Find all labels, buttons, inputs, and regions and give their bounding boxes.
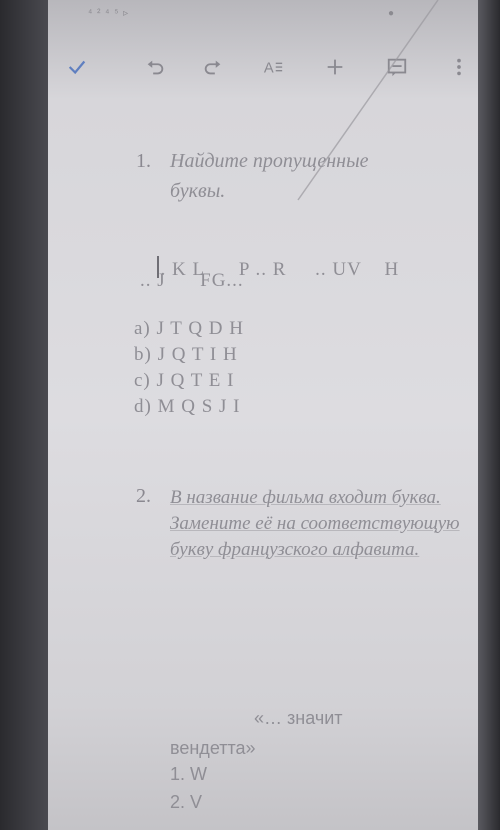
plus-icon[interactable] — [320, 52, 350, 82]
option-d: d) M Q S J I — [134, 396, 241, 417]
redo-icon[interactable] — [198, 52, 228, 82]
device-bezel-left — [0, 0, 48, 830]
answer-1: 1. W — [170, 764, 208, 784]
question-2-text: В название фильма входит буква. Замените… — [170, 487, 460, 560]
question-2-number: 2. — [136, 485, 151, 507]
undo-icon[interactable] — [140, 52, 170, 82]
quote-line1: «… значит — [254, 708, 343, 728]
question-1-line2: буквы. — [170, 180, 226, 202]
option-c: c) J Q T E I — [134, 370, 235, 391]
more-vertical-icon[interactable] — [444, 52, 474, 82]
letter-sequence-line2: .. J FG... — [140, 270, 244, 291]
phone-screen: ⁴ ² ⁴ ⁵ ▹ ● A 1. Найдите пропущенные бук… — [48, 0, 478, 830]
answer-2: 2. V — [170, 792, 203, 812]
device-bezel-right — [478, 0, 500, 830]
question-1-line1: Найдите пропущенные — [170, 150, 369, 172]
comment-icon[interactable] — [382, 52, 412, 82]
document-body[interactable]: 1. Найдите пропущенные буквы. . K L P ..… — [48, 140, 478, 830]
status-bar: ⁴ ² ⁴ ⁵ ▹ ● — [48, 0, 478, 30]
quote-line2: вендетта» — [170, 738, 256, 758]
editor-toolbar: A — [48, 44, 478, 88]
check-icon[interactable] — [62, 52, 92, 82]
letter-sequence-line1: . K L P .. R .. UV H — [122, 234, 399, 303]
svg-text:A: A — [264, 61, 274, 77]
text-format-icon[interactable]: A — [258, 52, 288, 82]
status-left-text: ⁴ ² ⁴ ⁵ ▹ — [88, 8, 130, 19]
option-b: b) J Q T I H — [134, 344, 238, 365]
option-a: a) J T Q D H — [134, 318, 244, 339]
question-1-number: 1. — [136, 150, 151, 172]
status-right-indicator: ● — [388, 8, 395, 19]
